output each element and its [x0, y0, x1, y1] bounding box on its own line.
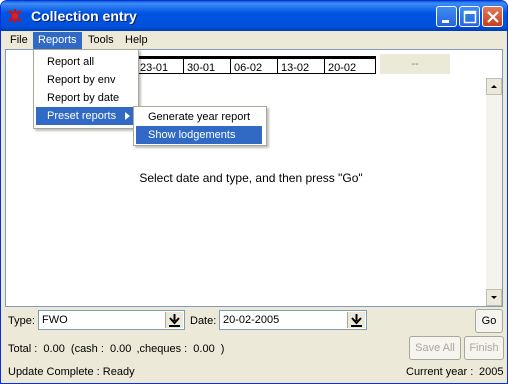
- go-button[interactable]: Go: [475, 309, 503, 333]
- download-arrow-icon: [169, 314, 180, 327]
- date-column-header[interactable]: 20-02: [324, 56, 376, 74]
- scroll-down-icon: [491, 296, 497, 299]
- vertical-scrollbar[interactable]: [486, 78, 502, 306]
- date-label: Date:: [190, 315, 217, 327]
- cash-label: (cash :: [70, 343, 104, 355]
- close-icon: [487, 11, 499, 23]
- date-column-header[interactable]: 30-01: [183, 56, 231, 74]
- scroll-up-icon: [491, 85, 497, 88]
- collection-entry-window: Collection entry File Reports Tools Help…: [0, 0, 508, 384]
- status-message: Update Complete : Ready: [8, 366, 135, 378]
- type-combobox[interactable]: FWO: [38, 310, 185, 330]
- window-title: Collection entry: [31, 8, 137, 24]
- cheques-value: 0.00: [193, 343, 215, 355]
- cheques-label: ,cheques :: [136, 343, 188, 355]
- submenu-arrow-icon: [125, 112, 130, 120]
- total-value: 0.00: [43, 343, 65, 355]
- date-column-header[interactable]: 13-02: [277, 56, 325, 74]
- menu-reports[interactable]: Reports: [33, 32, 82, 49]
- maximize-button[interactable]: [459, 6, 480, 27]
- scroll-up-button[interactable]: [486, 78, 502, 95]
- current-year-label: Current year :: [406, 366, 474, 378]
- menu-help[interactable]: Help: [120, 32, 153, 49]
- menu-item-generate-year-report[interactable]: Generate year report: [136, 108, 262, 126]
- minimize-icon: [442, 20, 449, 23]
- preset-reports-label: Preset reports: [47, 110, 117, 122]
- menu-item-report-all[interactable]: Report all: [36, 53, 134, 71]
- close-button[interactable]: [482, 6, 503, 27]
- more-columns-button[interactable]: --: [380, 54, 450, 74]
- download-arrow-icon: [351, 314, 362, 327]
- menu-item-report-by-date[interactable]: Report by date: [36, 89, 134, 107]
- close-paren: ): [220, 343, 225, 355]
- totals-line: Total : 0.00 (cash : 0.00 ,cheques : 0.0…: [8, 343, 224, 355]
- reports-menu: Report all Report by env Report by date …: [33, 49, 139, 129]
- current-year-value: 2005: [479, 366, 504, 378]
- menu-file[interactable]: File: [5, 32, 33, 49]
- scroll-down-button[interactable]: [486, 289, 502, 306]
- type-label: Type:: [8, 315, 35, 327]
- date-dropdown-button[interactable]: [347, 312, 365, 328]
- date-combobox[interactable]: 20-02-2005: [219, 310, 367, 330]
- save-all-button[interactable]: Save All: [409, 336, 461, 360]
- date-column-header[interactable]: 06-02: [230, 56, 278, 74]
- date-value: 20-02-2005: [223, 314, 280, 326]
- menu-item-show-lodgements[interactable]: Show lodgements: [136, 126, 262, 144]
- preset-reports-submenu: Generate year report Show lodgements: [133, 106, 267, 146]
- title-bar[interactable]: Collection entry: [1, 1, 507, 31]
- type-value: FWO: [42, 314, 68, 326]
- type-dropdown-button[interactable]: [165, 312, 183, 328]
- minimize-button[interactable]: [436, 6, 457, 27]
- cash-value: 0.00: [109, 343, 132, 355]
- menu-item-preset-reports[interactable]: Preset reports: [36, 107, 134, 125]
- date-column-header[interactable]: 23-01: [136, 56, 184, 74]
- total-label: Total :: [8, 343, 38, 355]
- instruction-text: Select date and type, and then press "Go…: [139, 171, 363, 185]
- menu-item-report-by-env[interactable]: Report by env: [36, 71, 134, 89]
- app-icon: [8, 9, 22, 23]
- maximize-icon: [463, 10, 477, 24]
- finish-button[interactable]: Finish: [464, 336, 504, 360]
- menu-tools[interactable]: Tools: [83, 32, 119, 49]
- menu-bar: File Reports Tools Help: [1, 31, 507, 49]
